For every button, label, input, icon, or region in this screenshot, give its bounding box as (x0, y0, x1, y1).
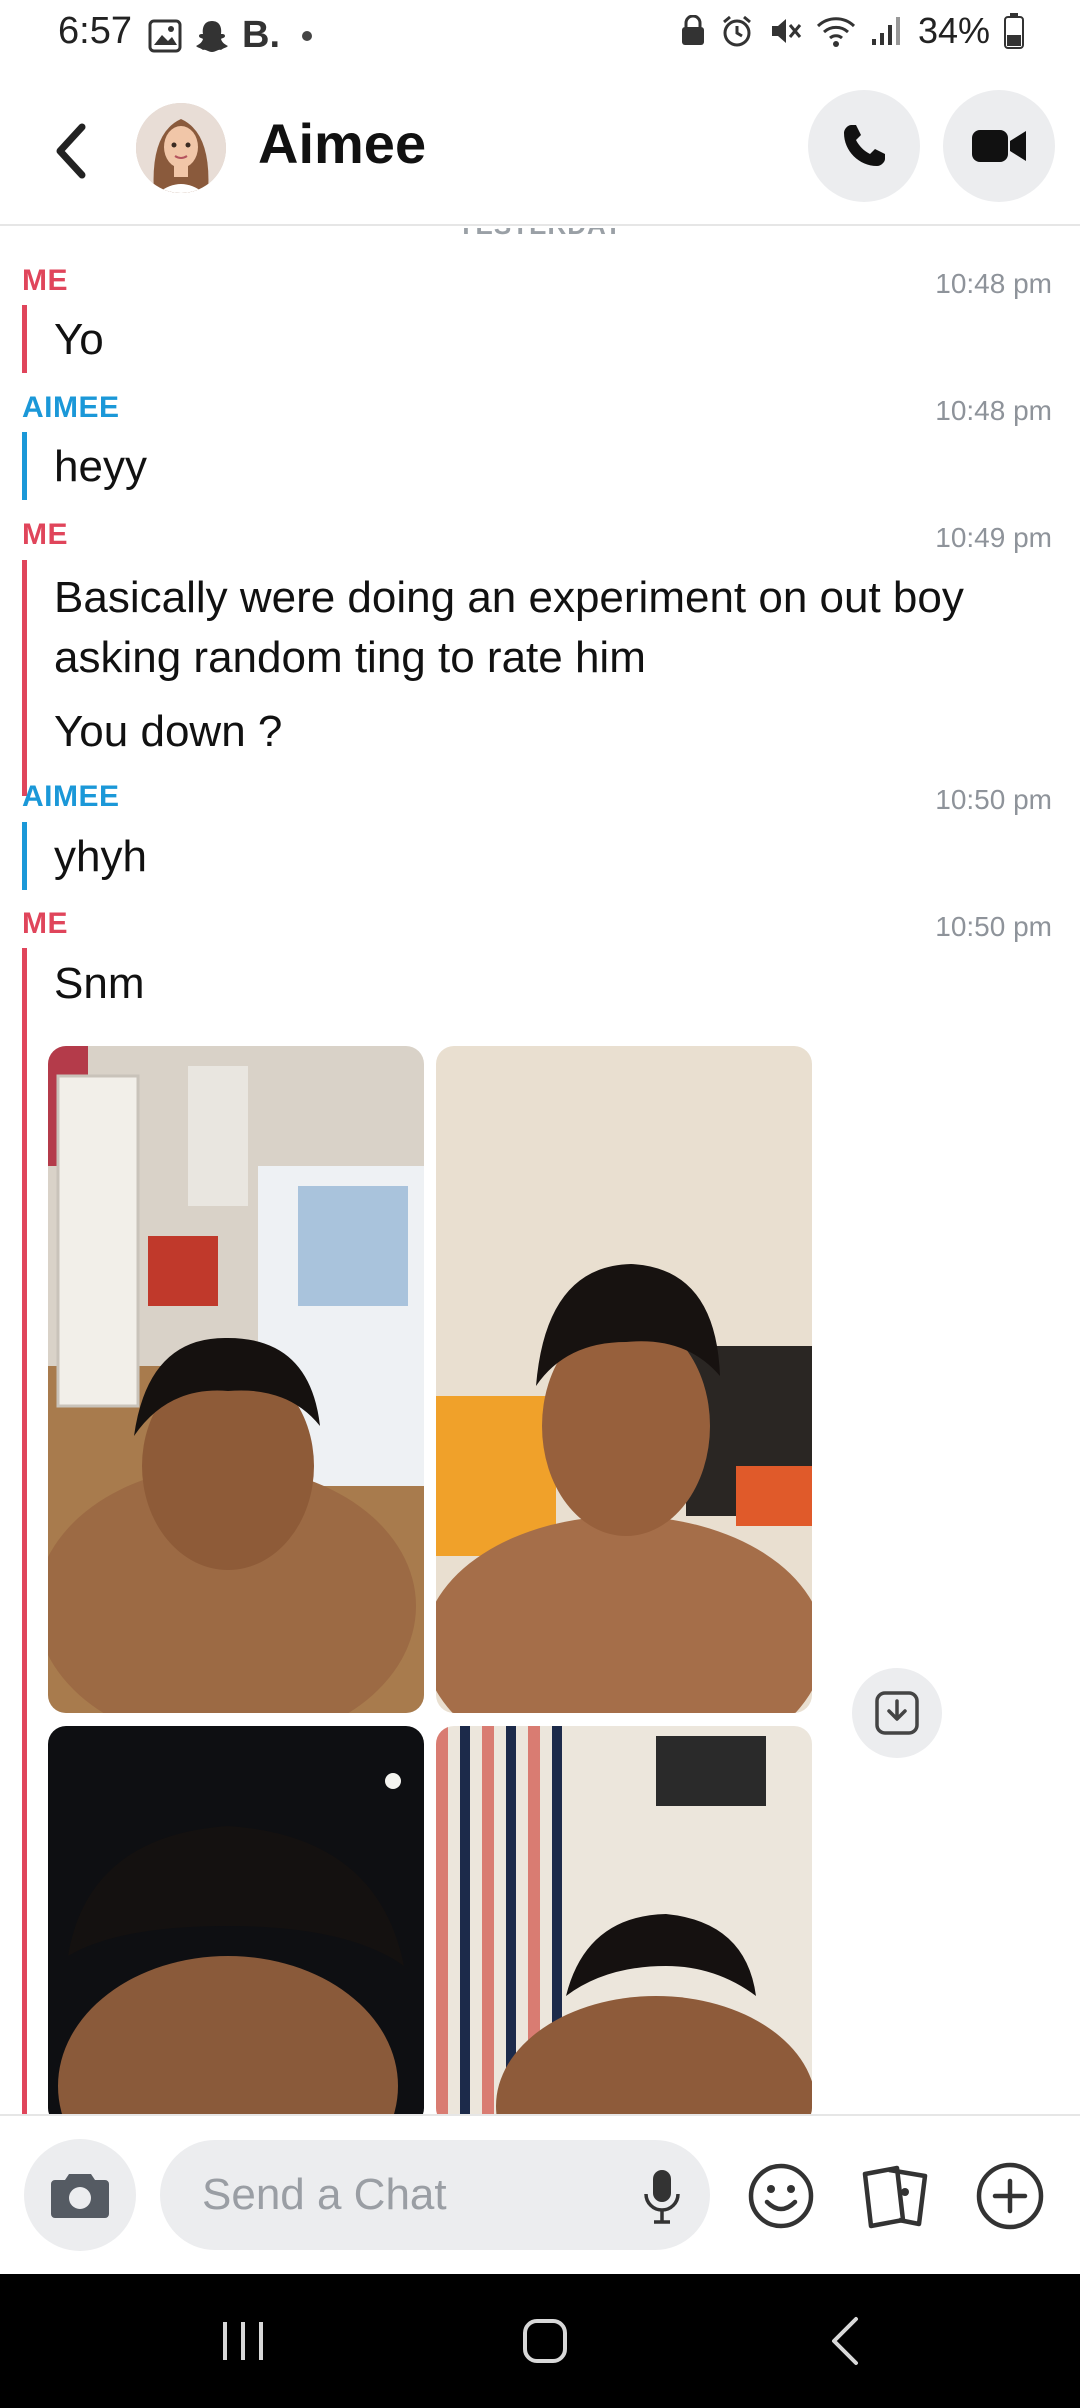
system-navigation-bar (0, 2274, 1080, 2408)
photo-thumbnail (48, 1046, 424, 1713)
message-text[interactable]: Basically were doing an experiment on ou… (54, 568, 1044, 688)
bitmoji-avatar[interactable] (136, 103, 226, 193)
message-text[interactable]: You down ? (54, 702, 1044, 762)
plus-circle-icon (976, 2162, 1044, 2230)
cards-icon (862, 2165, 928, 2229)
sender-label: AIMEE (22, 391, 120, 424)
battery-icon (1004, 13, 1024, 49)
video-camera-icon (972, 130, 1026, 162)
gallery-icon (148, 19, 182, 52)
back-arrow-icon (832, 2317, 858, 2365)
message-bar (22, 432, 27, 500)
snapchat-ghost-icon (196, 20, 228, 52)
save-to-camera-roll-button[interactable] (852, 1668, 942, 1758)
day-separator: YESTERDAY (0, 228, 1080, 241)
home-button[interactable] (500, 2304, 590, 2378)
photo-thumbnail (436, 1726, 812, 2114)
message-text[interactable]: yhyh (54, 827, 1044, 887)
chevron-left-icon (56, 123, 86, 179)
sender-label: ME (22, 518, 68, 551)
chat-composer (0, 2114, 1080, 2274)
message-timestamp: 10:50 pm (935, 911, 1052, 942)
sender-label: ME (22, 907, 68, 940)
message-text[interactable]: heyy (54, 437, 1044, 497)
sender-label: AIMEE (22, 780, 120, 813)
shared-photo[interactable] (436, 1046, 812, 1713)
chat-thread[interactable]: YESTERDAY ME 10:48 pm Yo AIMEE 10:48 pm … (0, 228, 1080, 2114)
back-button[interactable] (40, 116, 100, 186)
download-icon (875, 1691, 919, 1735)
chat-header: Aimee (0, 76, 1080, 226)
status-bar: 6:57 B. 34% (0, 0, 1080, 70)
status-right-icons: 34% (680, 10, 1024, 52)
video-call-button[interactable] (943, 90, 1055, 202)
call-button[interactable] (808, 90, 920, 202)
notification-b-badge: B. (242, 14, 280, 56)
camera-icon (51, 2174, 109, 2218)
alarm-icon (722, 15, 751, 47)
mute-icon (771, 19, 802, 43)
notification-dot-icon (302, 30, 312, 41)
phone-icon (844, 125, 885, 166)
lock-icon (681, 15, 704, 45)
message-bar (22, 305, 27, 373)
message-bar (22, 560, 27, 796)
smiley-icon (748, 2163, 814, 2229)
sender-label: ME (22, 264, 68, 297)
signal-icon (871, 17, 900, 45)
photo-thumbnail (48, 1726, 424, 2114)
message-timestamp: 10:49 pm (935, 522, 1052, 553)
status-time: 6:57 (58, 10, 132, 52)
status-notification-icons: B. (148, 14, 312, 57)
shared-photo[interactable] (48, 1046, 424, 1713)
message-timestamp: 10:48 pm (935, 268, 1052, 299)
stickers-button[interactable] (855, 2156, 935, 2236)
message-bar (22, 948, 27, 2114)
message-text[interactable]: Snm (54, 954, 1044, 1014)
contact-name[interactable]: Aimee (258, 111, 426, 176)
chat-input-container[interactable] (160, 2140, 710, 2250)
battery-percent: 34% (917, 10, 990, 51)
home-icon (523, 2319, 567, 2363)
message-bar (22, 822, 27, 890)
shared-photo[interactable] (48, 1726, 424, 2114)
message-timestamp: 10:48 pm (935, 395, 1052, 426)
message-text[interactable]: Yo (54, 310, 1044, 370)
chat-input[interactable] (202, 2140, 622, 2250)
camera-button[interactable] (24, 2139, 136, 2251)
recent-apps-icon (223, 2322, 263, 2360)
message-timestamp: 10:50 pm (935, 784, 1052, 815)
wifi-icon (816, 17, 855, 47)
system-back-button[interactable] (800, 2304, 890, 2378)
avatar-face-icon (136, 103, 226, 193)
emoji-button[interactable] (741, 2156, 821, 2236)
more-options-button[interactable] (970, 2156, 1050, 2236)
shared-photo[interactable] (436, 1726, 812, 2114)
microphone-icon[interactable] (642, 2168, 682, 2224)
photo-thumbnail (436, 1046, 812, 1713)
recent-apps-button[interactable] (198, 2304, 288, 2378)
